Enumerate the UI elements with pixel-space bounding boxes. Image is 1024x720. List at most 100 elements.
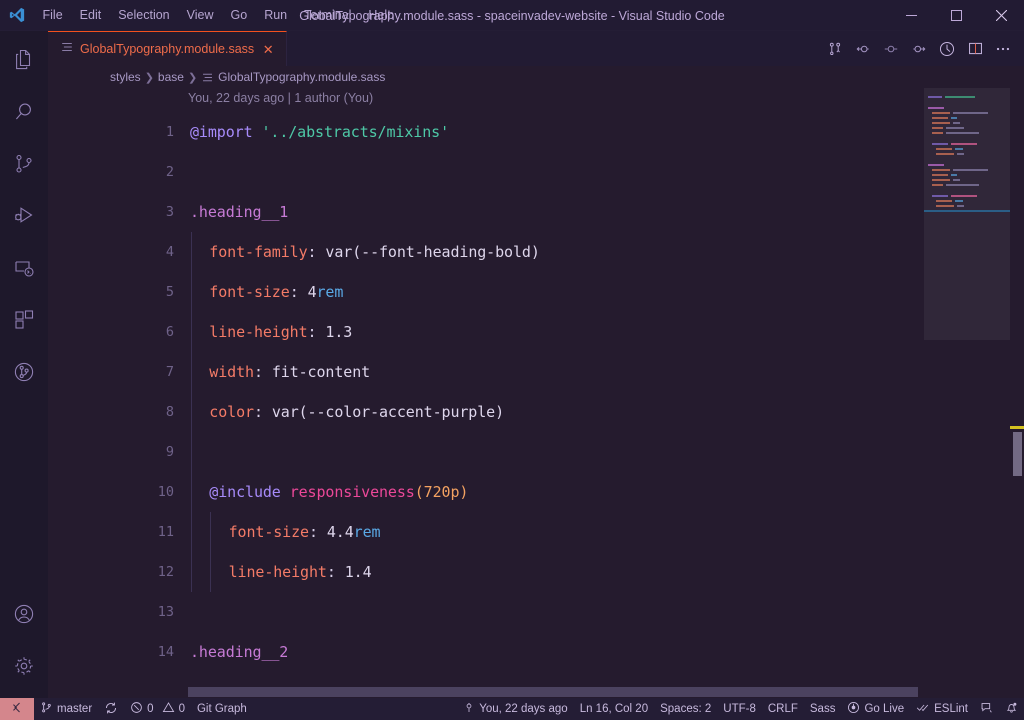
more-actions-icon[interactable] [990, 35, 1016, 63]
minimap-line [951, 143, 977, 145]
code-text: .heading__2 [190, 643, 288, 661]
menu-terminal[interactable]: Terminal [296, 0, 360, 31]
editor-text-area[interactable]: You, 22 days ago | 1 author (You) 1 @impo… [48, 88, 1024, 698]
code-line[interactable]: 5 font-size: 4rem [48, 272, 1024, 312]
menu-bar: File Edit Selection View Go Run Terminal… [34, 0, 403, 31]
status-notifications[interactable] [999, 698, 1024, 720]
menu-run[interactable]: Run [256, 0, 296, 31]
menu-view[interactable]: View [178, 0, 222, 31]
vertical-scrollbar-thumb[interactable] [1013, 432, 1022, 476]
code-token: : [307, 243, 326, 261]
status-cursor-position[interactable]: Ln 16, Col 20 [574, 698, 654, 720]
menu-file[interactable]: File [34, 0, 71, 31]
menu-help[interactable]: Help [360, 0, 403, 31]
code-line[interactable]: 8 color: var(--color-accent-purple) [48, 392, 1024, 432]
status-git-graph[interactable]: Git Graph [191, 698, 253, 720]
tab-close-icon[interactable]: ✕ [260, 43, 276, 56]
minimap-line [953, 122, 960, 124]
activity-item-extensions[interactable] [0, 294, 48, 346]
code-text: width: fit-content [209, 363, 370, 381]
activity-item-source-control[interactable] [0, 138, 48, 190]
settings-gear-icon [12, 654, 36, 678]
breadcrumb-item-file[interactable]: GlobalTypography.module.sass [218, 70, 385, 84]
code-token: : [253, 403, 272, 421]
horizontal-scrollbar[interactable] [48, 686, 1010, 698]
remote-explorer-icon [12, 256, 36, 280]
error-icon [130, 701, 143, 717]
menu-go[interactable]: Go [222, 0, 256, 31]
status-go-live[interactable]: Go Live [841, 698, 910, 720]
code-line[interactable]: 2 [48, 152, 1024, 192]
menu-selection[interactable]: Selection [110, 0, 178, 31]
step-back-icon[interactable] [850, 35, 876, 63]
code-token: var(--font-heading-bold) [325, 243, 540, 261]
check-check-icon [916, 701, 930, 717]
minimap-line [932, 195, 948, 197]
status-blame-label: You, 22 days ago [479, 703, 568, 715]
activity-item-remote-explorer[interactable] [0, 242, 48, 294]
status-eslint[interactable]: ESLint [910, 698, 974, 720]
git-commit-icon [463, 701, 475, 717]
status-sync[interactable] [98, 698, 124, 720]
vertical-scrollbar[interactable] [1010, 88, 1024, 698]
code-line[interactable]: 1 @import '../abstracts/mixins' [48, 112, 1024, 152]
activity-item-git-graph[interactable] [0, 346, 48, 398]
activity-item-run-debug[interactable] [0, 190, 48, 242]
minimap-line [928, 164, 944, 166]
menu-edit[interactable]: Edit [71, 0, 110, 31]
breadcrumb-item-base[interactable]: base [158, 70, 184, 84]
step-forward-icon[interactable] [906, 35, 932, 63]
breadcrumb-item-styles[interactable]: styles [110, 70, 141, 84]
line-number: 10 [157, 484, 174, 500]
status-branch[interactable]: master [34, 698, 98, 720]
minimap-line [953, 179, 960, 181]
code-line[interactable]: 4 font-family: var(--font-heading-bold) [48, 232, 1024, 272]
git-history-icon[interactable] [934, 35, 960, 63]
minimap[interactable] [924, 88, 1010, 698]
code-line[interactable]: 10 @include responsiveness(720p) [48, 472, 1024, 512]
code-line[interactable]: 3 .heading__1 [48, 192, 1024, 232]
status-language-mode[interactable]: Sass [804, 698, 842, 720]
horizontal-scrollbar-thumb[interactable] [188, 687, 918, 697]
status-blame[interactable]: You, 22 days ago [457, 698, 573, 720]
status-indentation[interactable]: Spaces: 2 [654, 698, 717, 720]
code-token: : [253, 363, 272, 381]
activity-item-search[interactable] [0, 86, 48, 138]
close-button[interactable] [979, 0, 1024, 31]
activity-item-explorer[interactable] [0, 34, 48, 86]
minimap-line [953, 112, 988, 114]
activity-item-account[interactable] [0, 588, 48, 640]
status-branch-label: master [57, 703, 93, 715]
code-text: line-height: 1.4 [229, 563, 372, 581]
code-line[interactable]: 12 line-height: 1.4 [48, 552, 1024, 592]
status-problems[interactable]: 0 0 [124, 698, 191, 720]
tab-globaltypography-module-sass[interactable]: GlobalTypography.module.sass ✕ [48, 31, 288, 66]
status-bar-right: You, 22 days ago Ln 16, Col 20 Spaces: 2… [457, 698, 1024, 720]
minimap-line [946, 184, 979, 186]
status-eol[interactable]: CRLF [762, 698, 804, 720]
minimap-slider[interactable] [924, 88, 1010, 340]
minimize-button[interactable] [889, 0, 934, 31]
minimap-line [932, 132, 943, 134]
maximize-button[interactable] [934, 0, 979, 31]
chevron-right-icon: ❯ [187, 71, 198, 84]
minimap-line [946, 132, 979, 134]
code-line[interactable]: 13 [48, 592, 1024, 632]
code-line[interactable]: 14 .heading__2 [48, 632, 1024, 672]
activity-item-settings[interactable] [0, 640, 48, 692]
git-blame-annotation: You, 22 days ago | 1 author (You) [188, 91, 374, 105]
revision-circle-icon[interactable] [878, 35, 904, 63]
status-encoding[interactable]: UTF-8 [717, 698, 762, 720]
code-line[interactable]: 7 width: fit-content [48, 352, 1024, 392]
tab-label: GlobalTypography.module.sass [80, 42, 255, 56]
status-feedback[interactable] [974, 698, 999, 720]
minimap-line [932, 184, 943, 186]
sass-file-icon [201, 71, 214, 84]
compare-changes-icon[interactable] [822, 35, 848, 63]
code-line[interactable]: 6 line-height: 1.3 [48, 312, 1024, 352]
minimap-line [928, 107, 944, 109]
code-line[interactable]: 9 [48, 432, 1024, 472]
split-editor-icon[interactable] [962, 35, 988, 63]
code-line[interactable]: 11 font-size: 4.4rem [48, 512, 1024, 552]
remote-window-indicator[interactable] [0, 698, 34, 720]
